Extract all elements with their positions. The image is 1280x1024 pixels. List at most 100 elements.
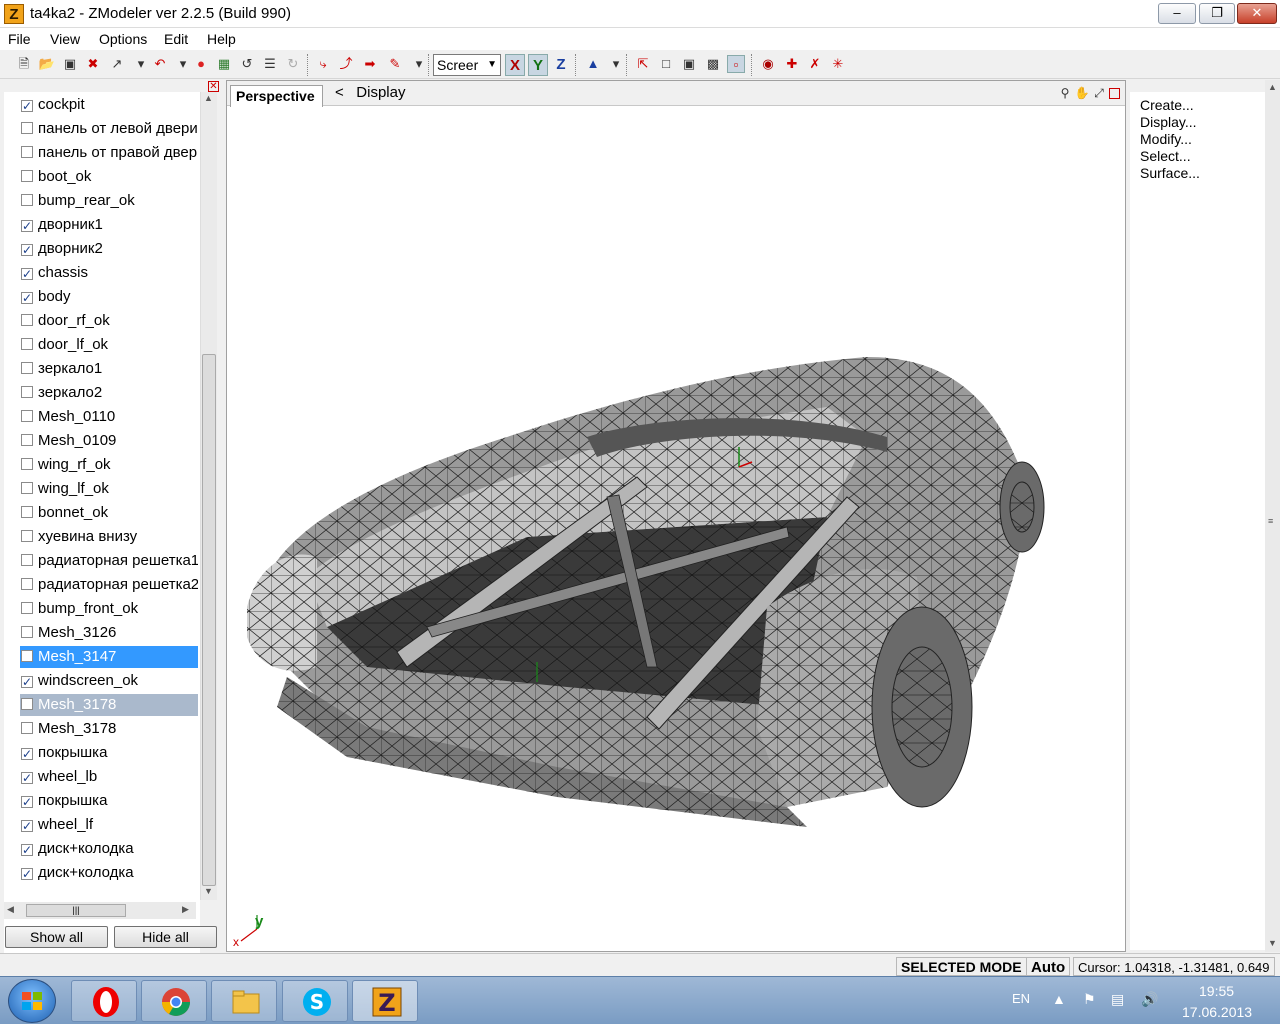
list-item[interactable]: Mesh_0109 — [20, 430, 198, 452]
list-item[interactable]: хуевина внизу — [20, 526, 198, 548]
command-scrollbar[interactable]: ▲ ≡ ▼ — [1265, 80, 1280, 952]
undo-dropdown-icon[interactable]: ▾ — [174, 55, 192, 73]
list-item[interactable]: ✓ дворник2 — [20, 238, 198, 260]
list-item[interactable]: bump_front_ok — [20, 598, 198, 620]
visibility-checkbox[interactable]: ✓ — [21, 796, 33, 808]
scrollbar-thumb[interactable]: ||| — [26, 904, 126, 917]
list-item[interactable]: door_rf_ok — [20, 310, 198, 332]
run-icon[interactable]: ➡ — [361, 55, 379, 73]
taskbar-zmodeler[interactable]: Z — [352, 980, 418, 1022]
visibility-checkbox[interactable] — [21, 146, 33, 158]
visibility-checkbox[interactable] — [21, 434, 33, 446]
list-item[interactable]: Mesh_3178 — [20, 718, 198, 740]
visibility-checkbox[interactable]: ✓ — [21, 748, 33, 760]
visibility-checkbox[interactable] — [21, 194, 33, 206]
scroll-thumb-grip-icon[interactable]: ≡ — [1268, 516, 1273, 526]
select-tool-icon[interactable]: ⤷ — [314, 55, 332, 73]
list-item[interactable]: bonnet_ok — [20, 502, 198, 524]
delete-icon[interactable]: ✖ — [84, 55, 102, 73]
open-folder-icon[interactable]: 📂 — [38, 55, 56, 73]
list-item[interactable]: Mesh_3147 — [20, 646, 198, 668]
visibility-checkbox[interactable] — [21, 530, 33, 542]
list-item[interactable]: ✓ body — [20, 286, 198, 308]
list-item[interactable]: Mesh_3178 — [20, 694, 198, 716]
visibility-checkbox[interactable]: ✓ — [21, 772, 33, 784]
visibility-checkbox[interactable] — [21, 506, 33, 518]
paint-icon[interactable]: ✎ — [386, 55, 404, 73]
viewport-close-icon[interactable] — [1109, 88, 1120, 99]
visibility-checkbox[interactable] — [21, 314, 33, 326]
list-item[interactable]: ✓ cockpit — [20, 94, 198, 116]
list-item[interactable]: ✓ windscreen_ok — [20, 670, 198, 692]
command-surface[interactable]: Surface... — [1140, 165, 1200, 181]
screen-mode-select[interactable]: Screer ▼ — [433, 54, 501, 76]
menu-edit[interactable]: Edit — [164, 31, 188, 47]
action-center-flag-icon[interactable]: ⚑ — [1083, 991, 1096, 1008]
visibility-checkbox[interactable]: ✓ — [21, 868, 33, 880]
list-item[interactable]: панель от левой двери — [20, 118, 198, 140]
taskbar-chrome[interactable] — [141, 980, 207, 1022]
visibility-checkbox[interactable]: ✓ — [21, 100, 33, 112]
import-dropdown-icon[interactable]: ▾ — [132, 55, 150, 73]
list-item[interactable]: boot_ok — [20, 166, 198, 188]
undo-icon[interactable]: ↺ — [238, 55, 256, 73]
save-icon[interactable]: ▣ — [61, 55, 79, 73]
axis-x-toggle[interactable]: X — [505, 54, 525, 76]
clock-date[interactable]: 17.06.2013 — [1182, 1004, 1252, 1020]
list-item[interactable]: радиаторная решетка1 — [20, 550, 198, 572]
tool-dropdown-icon[interactable]: ▾ — [410, 55, 428, 73]
breadcrumb-item[interactable]: Display — [356, 84, 405, 101]
list-item[interactable]: wing_rf_ok — [20, 454, 198, 476]
taskbar-skype[interactable]: S — [282, 980, 348, 1022]
visibility-checkbox[interactable]: ✓ — [21, 220, 33, 232]
scroll-left-icon[interactable]: ◀ — [7, 904, 14, 915]
mirror-icon[interactable]: ✗ — [806, 55, 824, 73]
close-icon[interactable]: ✕ — [208, 81, 219, 92]
breadcrumb-back[interactable]: < — [335, 84, 344, 101]
3d-canvas[interactable]: y x — [227, 107, 1125, 951]
visibility-checkbox[interactable] — [21, 626, 33, 638]
zoom-icon[interactable]: ⚲ — [1057, 85, 1073, 101]
taskbar-explorer[interactable] — [211, 980, 277, 1022]
command-select[interactable]: Select... — [1140, 148, 1191, 164]
cone-dropdown-icon[interactable]: ▾ — [607, 55, 625, 73]
list-item[interactable]: wing_lf_ok — [20, 478, 198, 500]
minimize-button[interactable]: – — [1158, 3, 1196, 24]
volume-icon[interactable]: 🔊 — [1141, 991, 1158, 1008]
list-item[interactable]: ✓ покрышка — [20, 742, 198, 764]
cone-icon[interactable]: ▲ — [584, 55, 602, 73]
list-item[interactable]: ✓ chassis — [20, 262, 198, 284]
command-create[interactable]: Create... — [1140, 97, 1194, 113]
command-display[interactable]: Display... — [1140, 114, 1197, 130]
menu-options[interactable]: Options — [99, 31, 147, 47]
tab-perspective[interactable]: Perspective — [230, 85, 323, 107]
scroll-up-icon[interactable]: ▲ — [204, 93, 213, 103]
notes-icon[interactable]: ☰ — [261, 55, 279, 73]
list-item[interactable]: ✓ покрышка — [20, 790, 198, 812]
list-item[interactable]: door_lf_ok — [20, 334, 198, 356]
visibility-checkbox[interactable]: ✓ — [21, 244, 33, 256]
menu-view[interactable]: View — [50, 31, 80, 47]
menu-file[interactable]: File — [8, 31, 31, 47]
visibility-checkbox[interactable] — [21, 458, 33, 470]
scroll-up-icon[interactable]: ▲ — [1268, 82, 1277, 92]
vertical-scrollbar[interactable]: ▲ ▼ — [200, 92, 217, 900]
visibility-checkbox[interactable]: ✓ — [21, 676, 33, 688]
maximize-viewport-icon[interactable]: ⤢ — [1091, 85, 1107, 101]
visibility-checkbox[interactable]: ✓ — [21, 292, 33, 304]
undo-red-icon[interactable]: ↶ — [151, 55, 169, 73]
visibility-checkbox[interactable] — [21, 578, 33, 590]
list-item[interactable]: bump_rear_ok — [20, 190, 198, 212]
edge-mode-icon[interactable]: □ — [657, 55, 675, 73]
axis-y-toggle[interactable]: Y — [528, 54, 548, 76]
zmodeler-app-icon[interactable]: Z — [4, 4, 24, 24]
network-icon[interactable]: ▤ — [1111, 991, 1124, 1008]
visibility-checkbox[interactable] — [21, 362, 33, 374]
face-mode-icon[interactable]: ▣ — [680, 55, 698, 73]
axis-z-toggle[interactable]: Z — [551, 54, 571, 76]
red-ball-icon[interactable]: ● — [192, 55, 210, 73]
list-item[interactable]: ✓ дворник1 — [20, 214, 198, 236]
list-item[interactable]: ✓ диск+колодка — [20, 862, 198, 884]
scale-icon[interactable]: ✳ — [829, 55, 847, 73]
list-item[interactable]: зеркало2 — [20, 382, 198, 404]
